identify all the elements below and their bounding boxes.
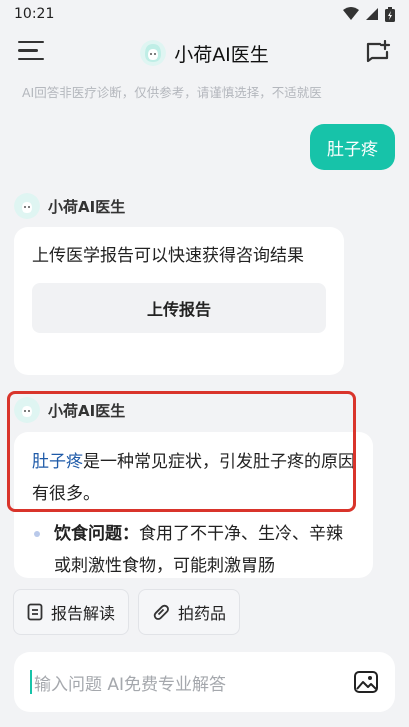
battery-icon <box>385 6 395 22</box>
text-cursor <box>30 670 32 694</box>
chip-report-analysis[interactable]: 报告解读 <box>13 589 130 635</box>
bot-header: 小荷AI医生 <box>14 397 125 423</box>
bot-name: 小荷AI医生 <box>48 197 126 216</box>
bot-avatar-icon <box>14 193 40 219</box>
user-message-text: 肚子疼 <box>327 139 378 160</box>
disclaimer-text: AI回答非医疗诊断，仅供参考，请谨慎选择，不适就医 <box>22 85 322 100</box>
chip-photo-medicine[interactable]: 拍药品 <box>138 589 241 635</box>
bullet-text: 饮食问题：食用了不干净、生冷、辛辣或刺激性食物，可能刺激胃肠 <box>54 518 355 578</box>
menu-icon[interactable] <box>18 41 44 65</box>
signal-icon <box>366 8 378 20</box>
bullet-title: 饮食问题： <box>54 524 139 544</box>
wifi-icon <box>343 7 359 20</box>
status-bar: 10:21 <box>0 0 409 28</box>
chip-label: 报告解读 <box>51 604 116 623</box>
list-item: 饮食问题：食用了不干净、生冷、辛辣或刺激性食物，可能刺激胃肠 <box>32 518 355 578</box>
page-title: 小荷AI医生 <box>174 43 269 66</box>
question-input-bar[interactable]: 输入问题 AI免费专业解答 <box>14 652 395 712</box>
quick-action-chips: 报告解读 拍药品 <box>13 589 241 635</box>
report-icon <box>27 603 43 621</box>
bot-answer-card: 肚子疼是一种常见症状，引发肚子疼的原因有很多。 饮食问题：食用了不干净、生冷、辛… <box>14 432 373 578</box>
new-chat-icon[interactable] <box>365 40 391 66</box>
bot-name: 小荷AI医生 <box>48 401 126 420</box>
status-icons <box>343 6 395 22</box>
doctor-avatar-icon <box>140 40 167 66</box>
bot-header: 小荷AI医生 <box>14 193 125 219</box>
bot-avatar-icon <box>14 397 40 423</box>
question-input[interactable]: 输入问题 AI免费专业解答 <box>34 670 353 695</box>
bullet-dot <box>34 531 40 537</box>
answer-intro: 肚子疼是一种常见症状，引发肚子疼的原因有很多。 <box>32 446 355 510</box>
symptom-link[interactable]: 肚子疼 <box>32 452 83 472</box>
header-title-group: 小荷AI医生 <box>140 40 269 67</box>
upload-report-card: 上传医学报告可以快速获得咨询结果 上传报告 <box>14 227 344 375</box>
image-upload-icon[interactable] <box>353 669 379 695</box>
user-message-bubble: 肚子疼 <box>310 124 395 170</box>
upload-prompt-text: 上传医学报告可以快速获得咨询结果 <box>32 246 304 266</box>
status-time: 10:21 <box>14 6 55 22</box>
link-icon <box>153 604 169 620</box>
app-header: 小荷AI医生 <box>0 28 409 78</box>
chip-label: 拍药品 <box>178 604 227 623</box>
upload-report-button[interactable]: 上传报告 <box>32 283 326 333</box>
